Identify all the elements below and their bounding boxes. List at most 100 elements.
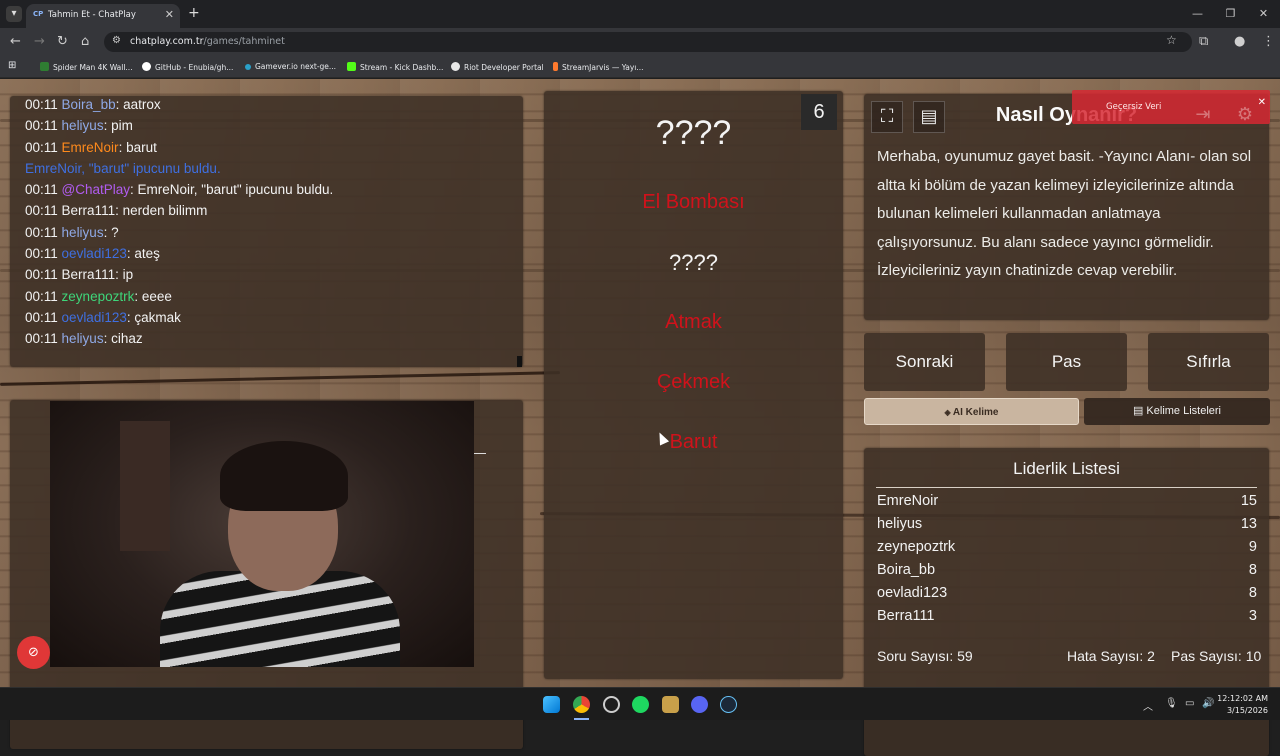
chat-text: : eeee — [134, 288, 172, 304]
bookmark-label: Riot Developer Portal — [464, 63, 544, 72]
record-icon: ⊘ — [28, 645, 39, 660]
chat-text: : ? — [103, 224, 119, 240]
chat-username[interactable]: zeynepoztrk — [62, 289, 135, 304]
chat-scrollbar[interactable] — [517, 356, 522, 367]
chat-timestamp: 00:11 — [25, 118, 58, 134]
leaderboard-score: 8 — [1248, 561, 1257, 578]
tab-close-icon[interactable]: ✕ — [165, 8, 174, 21]
bookmark-item[interactable]: GitHub - Enubia/gh... — [142, 62, 233, 72]
chat-username[interactable]: oevladi123 — [62, 310, 127, 325]
new-tab-button[interactable]: + — [188, 5, 200, 21]
settings-icon[interactable]: ⚙ — [1230, 104, 1260, 132]
chat-username[interactable]: heliyus — [62, 331, 104, 346]
steam-icon[interactable] — [720, 696, 737, 713]
back-icon[interactable]: ← — [10, 34, 21, 49]
bookmark-label: StreamJarvis — Yayı... — [562, 63, 644, 72]
tray-overflow-icon[interactable]: ︿ — [1143, 698, 1153, 713]
chat-username[interactable]: heliyus — [62, 225, 104, 240]
leaderboard-row: zeynepoztrk 9 — [877, 539, 1257, 561]
bookmark-item[interactable]: Riot Developer Portal — [451, 62, 544, 72]
chat-username[interactable]: heliyus — [62, 118, 104, 133]
reset-button[interactable]: Sıfırla — [1148, 333, 1269, 391]
bookmark-favicon — [553, 62, 558, 71]
chat-timestamp: 00:11 — [25, 288, 58, 304]
leaderboard-row: Berra111 3 — [877, 608, 1257, 630]
leaderboard-row: oevladi123 8 — [877, 585, 1257, 607]
bookmark-item[interactable]: Spider Man 4K Wall... — [40, 62, 133, 72]
bookmark-item[interactable]: Gamever.io next-ge... — [245, 62, 336, 71]
robot-icon: ◈ — [944, 408, 953, 417]
chat-username[interactable]: Berra111 — [62, 267, 116, 282]
bookmark-star-icon[interactable]: ☆ — [1166, 33, 1177, 47]
word-lists-button[interactable]: ▤ Kelime Listeleri — [1084, 398, 1270, 425]
chat-username[interactable]: @ChatPlay — [62, 182, 130, 197]
leaderboard-name: oevladi123 — [877, 584, 948, 601]
wood-crack — [0, 371, 560, 386]
leaderboard-name: zeynepoztrk — [877, 538, 956, 555]
chat-timestamp: 00:11 — [25, 267, 58, 283]
chat-username[interactable]: EmreNoir — [25, 161, 81, 176]
discord-icon[interactable] — [691, 696, 708, 713]
tab-search-button[interactable]: ▾ — [6, 6, 22, 22]
chat-text: : nerden bilimm — [115, 203, 208, 219]
pass-count: Pas Sayısı: 10 — [1171, 648, 1262, 664]
leaderboard-name: Berra111 — [877, 607, 935, 624]
chat-message: 00:11 heliyus: ? — [25, 225, 525, 246]
chat-username[interactable]: Boira_bb — [62, 97, 116, 112]
record-toggle-button[interactable]: ⊘ — [17, 636, 50, 669]
minimize-button[interactable]: — — [1181, 0, 1214, 28]
clock-time: 12:12:02 AM — [1217, 694, 1268, 703]
microphone-icon[interactable]: 🎙 — [1165, 698, 1178, 709]
site-info-icon[interactable]: ⚙ — [112, 35, 121, 46]
menu-icon[interactable]: ⋮ — [1262, 34, 1275, 49]
maximize-button[interactable]: ❐ — [1214, 0, 1247, 28]
reload-icon[interactable]: ↻ — [57, 34, 68, 49]
forbidden-word: Atmak — [665, 311, 722, 333]
chat-username[interactable]: oevladi123 — [62, 246, 127, 261]
bookmark-favicon — [245, 64, 251, 70]
start-icon[interactable] — [543, 696, 560, 713]
spotify-icon[interactable] — [632, 696, 649, 713]
tab-favicon: CP — [33, 10, 44, 18]
webcam-background-door — [120, 421, 170, 551]
secondary-word-hidden: ???? — [669, 250, 718, 275]
leaderboard-score: 13 — [1240, 515, 1257, 532]
obs-icon[interactable] — [603, 696, 620, 713]
chat-username[interactable]: Berra111 — [62, 203, 116, 218]
leaderboard-name: EmreNoir — [877, 493, 939, 509]
volume-icon[interactable]: 🔊 — [1202, 698, 1214, 709]
bookmark-label: Gamever.io next-ge... — [255, 62, 337, 71]
leaderboard-title: Liderlik Listesi — [876, 459, 1257, 488]
system-clock[interactable]: 12:12:02 AM 3/15/2026 — [1217, 693, 1268, 717]
chat-username[interactable]: EmreNoir — [62, 140, 119, 155]
network-icon[interactable]: ▭ — [1185, 698, 1194, 709]
bookmark-favicon — [40, 62, 49, 71]
chrome-icon[interactable] — [573, 696, 590, 713]
url-text[interactable]: chatplay.com.tr/games/tahminet — [130, 36, 285, 47]
profile-avatar[interactable]: ● — [1234, 34, 1245, 49]
forward-icon[interactable]: → — [34, 34, 45, 49]
bookmark-item[interactable]: Stream - Kick Dashb... — [347, 62, 443, 72]
extensions-icon[interactable]: ⧉ — [1199, 34, 1208, 49]
chat-message: 00:11 EmreNoir: barut — [25, 140, 525, 161]
leaderboard-score: 8 — [1248, 584, 1257, 601]
browser-tab-bar: ▾ CP Tahmin Et - ChatPlay ✕ + — ❐ ✕ — [0, 0, 1280, 28]
home-icon[interactable]: ⌂ — [81, 34, 89, 49]
chat-timestamp: 00:11 — [25, 246, 58, 262]
browser-tab[interactable]: CP Tahmin Et - ChatPlay ✕ — [26, 4, 180, 28]
apps-grid-icon[interactable]: ⊞ — [8, 60, 16, 71]
ai-word-button[interactable]: ◈ AI Kelime — [864, 398, 1079, 425]
url-path: /games/tahminet — [203, 36, 285, 47]
leaderboard-row: EmreNoir 15 — [877, 493, 1257, 515]
pass-button[interactable]: Pas — [1006, 333, 1127, 391]
bookmark-item[interactable]: StreamJarvis — Yayı... — [553, 62, 644, 72]
next-button[interactable]: Sonraki — [864, 333, 985, 391]
chat-message: 00:11 oevladi123: çakmak — [25, 310, 525, 331]
webcam-person-hair — [220, 441, 348, 511]
close-window-button[interactable]: ✕ — [1247, 0, 1280, 28]
league-icon[interactable] — [662, 696, 679, 713]
chat-text: , "barut" ipucunu buldu. — [81, 160, 221, 176]
exit-icon[interactable]: ⇥ — [1188, 104, 1218, 132]
leaderboard-score: 9 — [1248, 538, 1257, 555]
chat-message: 00:11 @ChatPlay: EmreNoir, "barut" ipucu… — [25, 182, 525, 203]
